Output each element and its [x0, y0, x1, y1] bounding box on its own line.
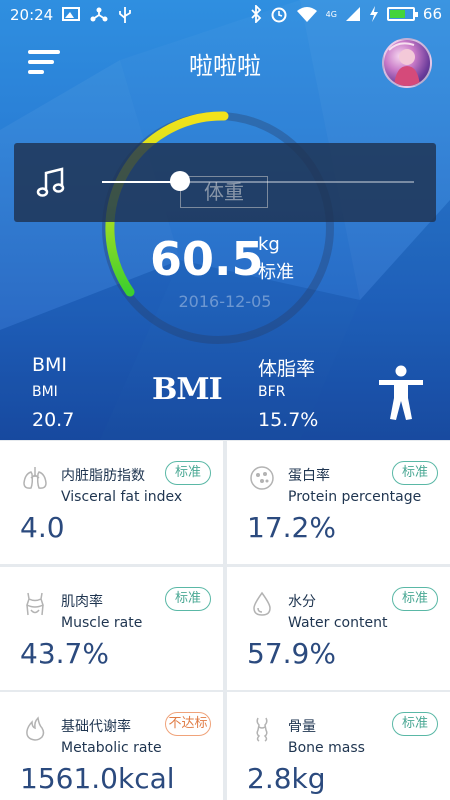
card-muscle[interactable]: 肌肉率 Muscle rate 43.7% 标准 — [0, 567, 223, 690]
card-title-cn: 肌肉率 — [61, 594, 103, 610]
avatar-image — [388, 42, 420, 86]
hero-panel: 20:24 4G 66 啦啦啦 60.5 kg 标准 2016-12-05 体重… — [0, 0, 450, 440]
card-title-cn: 蛋白率 — [288, 468, 330, 484]
bmi-sub: BMI — [32, 384, 58, 400]
share-icon — [90, 7, 108, 22]
music-slider-thumb[interactable] — [170, 171, 190, 191]
card-value: 57.9% — [247, 637, 336, 670]
body-icon — [26, 592, 44, 616]
bone-icon — [256, 717, 268, 742]
status-badge: 标准 — [165, 587, 211, 611]
status-badge: 标准 — [392, 461, 438, 485]
lungs-icon — [23, 467, 47, 489]
card-title-cn: 内脏脂肪指数 — [61, 468, 145, 484]
card-title-en: Protein percentage — [288, 489, 422, 505]
bmi-value: 20.7 — [32, 409, 75, 431]
status-bar: 20:24 4G 66 — [0, 0, 450, 32]
music-slider-track[interactable] — [102, 181, 414, 183]
status-badge: 不达标 — [165, 712, 211, 736]
card-bone[interactable]: 骨量 Bone mass 2.8kg 标准 — [227, 692, 450, 800]
card-protein[interactable]: 蛋白率 Protein percentage 17.2% 标准 — [227, 441, 450, 564]
alarm-icon — [271, 7, 287, 23]
status-badge: 标准 — [165, 461, 211, 485]
weight-value: 60.5 — [150, 232, 264, 286]
music-player-bar: 体重 — [14, 143, 436, 222]
weight-unit: kg — [258, 234, 280, 255]
card-value: 43.7% — [20, 637, 109, 670]
card-title-en: Water content — [288, 615, 388, 631]
music-note-icon[interactable] — [36, 167, 66, 199]
card-title-en: Metabolic rate — [61, 740, 162, 756]
status-badge: 标准 — [392, 587, 438, 611]
avatar[interactable] — [382, 38, 432, 88]
card-value: 17.2% — [247, 511, 336, 544]
image-icon — [62, 7, 80, 21]
bfr-label: 体脂率 — [258, 358, 316, 380]
status-time: 20:24 — [10, 6, 54, 24]
card-value: 1561.0kcal — [20, 762, 175, 795]
card-title-en: Visceral fat index — [61, 489, 183, 505]
card-visceral-fat[interactable]: 内脏脂肪指数 Visceral fat index 4.0 标准 — [0, 441, 223, 564]
bmi-label: BMI — [32, 354, 68, 376]
person-icon[interactable] — [376, 365, 426, 421]
network-type: 4G — [325, 9, 337, 19]
bmi-logo[interactable]: BMI — [152, 372, 223, 407]
status-badge: 标准 — [392, 712, 438, 736]
card-value: 2.8kg — [247, 762, 326, 795]
charging-icon — [369, 6, 378, 22]
bfr-value: 15.7% — [258, 409, 319, 431]
card-title-cn: 骨量 — [288, 719, 316, 735]
card-metabolic[interactable]: 基础代谢率 Metabolic rate 1561.0kcal 不达标 — [0, 692, 223, 800]
water-drop-icon — [253, 591, 271, 616]
weight-date: 2016-12-05 — [178, 292, 272, 311]
wifi-icon — [296, 7, 317, 22]
metrics-grid: 内脏脂肪指数 Visceral fat index 4.0 标准 蛋白率 Pro… — [0, 440, 450, 800]
usb-icon — [119, 7, 131, 23]
card-water[interactable]: 水分 Water content 57.9% 标准 — [227, 567, 450, 690]
cell-icon — [250, 466, 274, 490]
bfr-sub: BFR — [258, 384, 286, 400]
card-title-en: Bone mass — [288, 740, 365, 756]
weight-status: 标准 — [258, 262, 294, 283]
battery-percent: 66 — [422, 5, 442, 23]
card-title-cn: 基础代谢率 — [61, 719, 131, 735]
signal-icon — [345, 7, 360, 21]
card-value: 4.0 — [20, 511, 65, 544]
card-title-en: Muscle rate — [61, 615, 143, 631]
flame-icon — [26, 716, 45, 741]
card-title-cn: 水分 — [288, 594, 316, 610]
bluetooth-icon — [250, 5, 261, 23]
battery-icon — [386, 7, 418, 21]
music-slider-fill — [102, 181, 180, 183]
